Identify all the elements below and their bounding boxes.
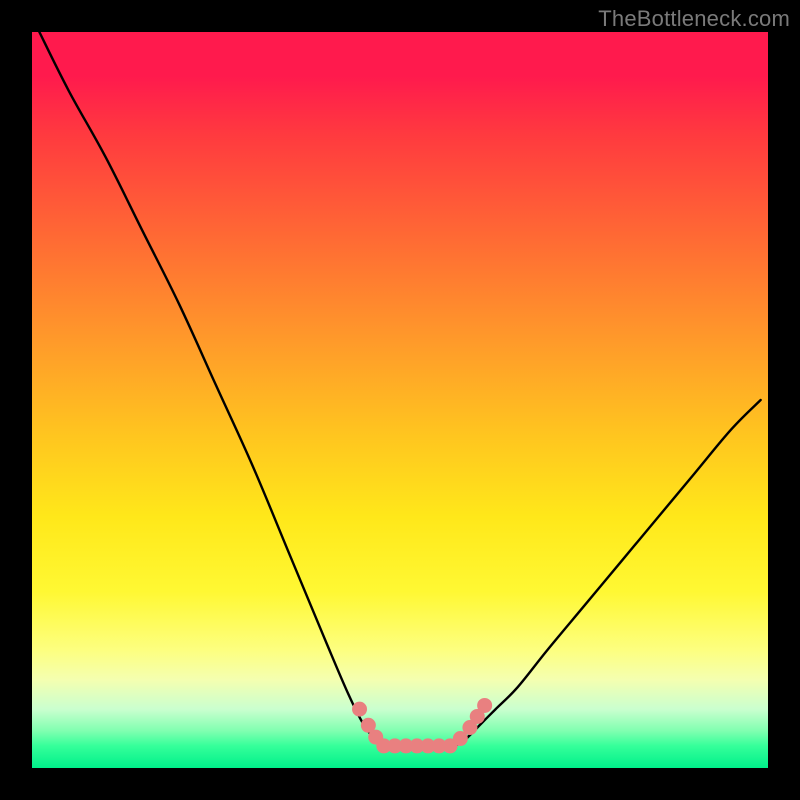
plot-area <box>32 32 768 768</box>
data-marker <box>352 702 367 717</box>
chart-frame: TheBottleneck.com <box>0 0 800 800</box>
marker-group <box>352 698 492 753</box>
left-curve <box>39 32 381 746</box>
watermark-label: TheBottleneck.com <box>598 6 790 32</box>
right-curve <box>455 400 760 746</box>
data-marker <box>477 698 492 713</box>
curve-layer <box>32 32 768 768</box>
